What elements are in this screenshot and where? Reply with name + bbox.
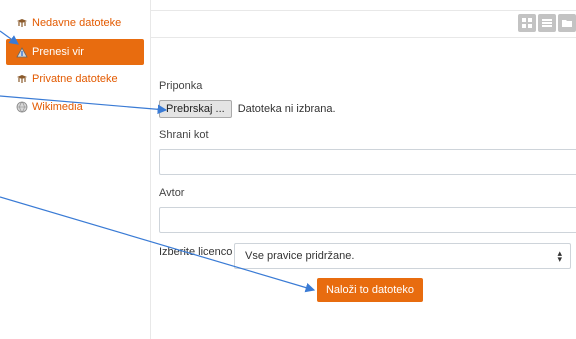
file-picker-toolbar [151, 10, 576, 38]
upload-file-button[interactable]: Naloži to datoteko [317, 278, 423, 302]
sidebar-item-label: Wikimedia [32, 101, 83, 113]
license-selected-value: Vse pravice pridržane. [245, 250, 355, 262]
sidebar-item-wikimedia[interactable]: Wikimedia [6, 94, 144, 120]
upload-icon [16, 46, 28, 58]
license-row: Izberite licenco [159, 246, 232, 258]
moodle-hat-icon [16, 17, 28, 29]
author-input[interactable] [159, 207, 576, 233]
file-picker-sidebar: Nedavne datoteke Prenesi vir Privatne da… [0, 0, 150, 339]
select-caret-icon: ▴ ▾ [557, 248, 562, 264]
license-label: Izberite licenco [159, 246, 233, 258]
sidebar-item-recent-files[interactable]: Nedavne datoteke [6, 10, 144, 36]
license-select[interactable]: Vse pravice pridržane. ▴ ▾ [234, 243, 571, 269]
grid-view-icon[interactable] [518, 14, 536, 32]
save-as-input[interactable] [159, 149, 576, 175]
sidebar-item-private-files[interactable]: Privatne datoteke [6, 66, 144, 92]
upload-panel: Priponka Prebrskaj ... Datoteka ni izbra… [150, 0, 576, 339]
globe-icon [16, 101, 28, 113]
sidebar-item-label: Prenesi vir [32, 46, 84, 58]
sidebar-item-label: Privatne datoteke [32, 73, 118, 85]
file-input-row: Prebrskaj ... Datoteka ni izbrana. [159, 100, 336, 118]
moodle-hat-icon [16, 73, 28, 85]
view-switcher [516, 14, 576, 32]
sidebar-item-label: Nedavne datoteke [32, 17, 122, 29]
folder-view-icon[interactable] [558, 14, 576, 32]
file-status-text: Datoteka ni izbrana. [237, 103, 336, 115]
save-as-label: Shrani kot [159, 129, 209, 141]
list-view-icon[interactable] [538, 14, 556, 32]
attachment-label: Priponka [159, 80, 203, 92]
author-label: Avtor [159, 187, 185, 199]
browse-button[interactable]: Prebrskaj ... [159, 100, 232, 118]
sidebar-item-upload[interactable]: Prenesi vir [6, 39, 144, 65]
